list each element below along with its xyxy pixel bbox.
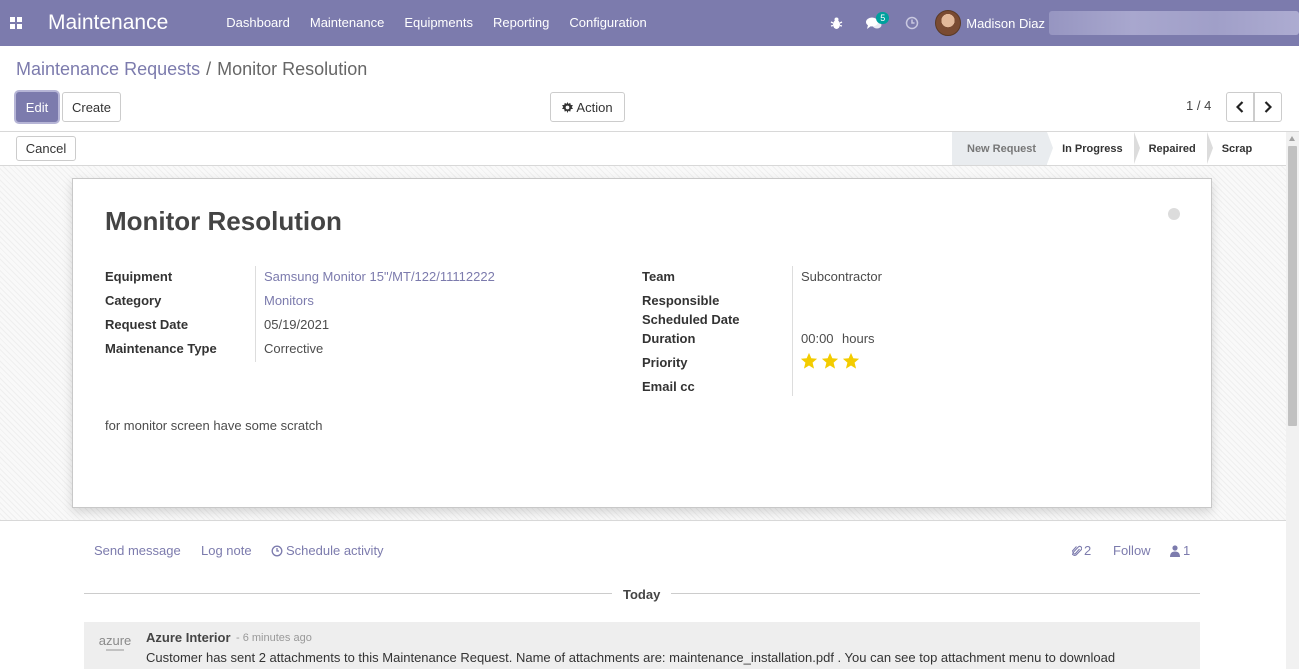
- create-button[interactable]: Create: [62, 92, 121, 122]
- pager-previous-button[interactable]: [1226, 92, 1254, 122]
- menu-reporting[interactable]: Reporting: [483, 0, 559, 46]
- follow-button[interactable]: Follow: [1113, 543, 1151, 558]
- action-label: Action: [576, 99, 613, 115]
- schedule-activity-link[interactable]: Schedule activity: [271, 543, 384, 558]
- menu-configuration[interactable]: Configuration: [559, 0, 656, 46]
- field-separator: [792, 266, 793, 396]
- category-value[interactable]: Monitors: [264, 293, 314, 308]
- gear-icon: [562, 101, 574, 113]
- chevron-left-icon: [1236, 101, 1244, 113]
- breadcrumb-parent[interactable]: Maintenance Requests: [16, 59, 200, 80]
- description-text: for monitor screen have some scratch: [105, 418, 323, 433]
- stage-label: New Request: [967, 142, 1037, 155]
- scrollbar-thumb[interactable]: [1288, 146, 1297, 426]
- messages-badge: 5: [876, 12, 890, 24]
- star-icon[interactable]: [800, 352, 818, 370]
- stage-statusbar: New Request In Progress Repaired Scrap: [952, 132, 1263, 165]
- attachments-button[interactable]: 2: [1072, 543, 1091, 558]
- request-date-value: 05/19/2021: [264, 317, 330, 332]
- user-menu[interactable]: Madison Diaz: [935, 10, 1049, 36]
- stage-scrap[interactable]: Scrap: [1207, 132, 1264, 165]
- message-body: Customer has sent 2 attachments to this …: [146, 650, 1116, 665]
- activity-clock-icon[interactable]: [893, 0, 931, 46]
- clock-icon: [271, 545, 283, 556]
- today-separator-right: [671, 593, 1200, 594]
- team-value: Subcontractor: [801, 269, 882, 284]
- scheduled-date-label: Scheduled Date: [642, 312, 740, 327]
- edit-button[interactable]: Edit: [16, 92, 58, 122]
- followers-count: 1: [1183, 543, 1191, 558]
- field-separator: [255, 266, 256, 362]
- kanban-state-icon[interactable]: [1168, 208, 1180, 220]
- stage-label: Scrap: [1221, 142, 1253, 155]
- top-navbar: Maintenance Dashboard Maintenance Equipm…: [0, 0, 1299, 46]
- maintenance-type-value: Corrective: [264, 341, 324, 356]
- avatar: [935, 10, 962, 36]
- equipment-label: Equipment: [105, 269, 173, 284]
- paperclip-icon: [1072, 545, 1082, 556]
- breadcrumb: Maintenance Requests / Monitor Resolutio…: [16, 59, 367, 80]
- stage-label: Repaired: [1148, 142, 1196, 155]
- priority-stars: [800, 352, 863, 370]
- request-title: Monitor Resolution: [105, 206, 342, 236]
- user-icon: [1170, 544, 1180, 557]
- duration-unit: hours: [842, 331, 875, 346]
- scroll-up-arrow-icon[interactable]: [1289, 136, 1295, 141]
- pager-value: 1 / 4: [1186, 98, 1212, 113]
- today-separator-left: [84, 593, 612, 594]
- breadcrumb-current: Monitor Resolution: [217, 59, 368, 79]
- bug-icon[interactable]: [817, 0, 855, 46]
- category-label: Category: [105, 293, 162, 308]
- messages-icon[interactable]: 5: [855, 0, 893, 46]
- menu-equipments[interactable]: Equipments: [394, 0, 483, 46]
- star-icon[interactable]: [821, 352, 839, 370]
- action-button[interactable]: Action: [550, 92, 625, 122]
- duration-label: Duration: [642, 331, 696, 346]
- breadcrumb-separator: /: [206, 59, 212, 79]
- stage-in-progress[interactable]: In Progress: [1047, 132, 1140, 165]
- main-menu: Dashboard Maintenance Equipments Reporti…: [216, 0, 656, 46]
- responsible-label: Responsible: [642, 293, 720, 308]
- stage-new-request[interactable]: New Request: [952, 132, 1054, 165]
- team-label: Team: [642, 269, 675, 284]
- blurred-database-name: [1049, 11, 1299, 35]
- menu-maintenance[interactable]: Maintenance: [300, 0, 394, 46]
- star-icon[interactable]: [842, 352, 860, 370]
- azure-logo-text: azure: [98, 633, 132, 648]
- schedule-activity-label: Schedule activity: [286, 543, 384, 558]
- chevron-right-icon: [1264, 101, 1272, 113]
- log-note-link[interactable]: Log note: [201, 543, 252, 558]
- equipment-value[interactable]: Samsung Monitor 15"/MT/122/11112222: [264, 269, 495, 284]
- followers-button[interactable]: 1: [1170, 543, 1190, 558]
- app-name[interactable]: Maintenance: [48, 11, 168, 35]
- send-message-link[interactable]: Send message: [94, 543, 181, 558]
- stage-repaired[interactable]: Repaired: [1134, 132, 1213, 165]
- user-name: Madison Diaz: [966, 15, 1045, 31]
- stage-label: In Progress: [1062, 142, 1123, 155]
- cancel-button[interactable]: Cancel: [16, 136, 76, 161]
- maintenance-type-label: Maintenance Type: [105, 341, 217, 356]
- today-label: Today: [623, 587, 661, 602]
- duration-value: 00:00: [801, 331, 834, 346]
- author-avatar[interactable]: azure: [98, 633, 132, 656]
- priority-label: Priority: [642, 355, 688, 370]
- apps-menu-icon[interactable]: [0, 0, 32, 46]
- menu-dashboard[interactable]: Dashboard: [216, 0, 300, 46]
- message-author[interactable]: Azure Interior: [146, 630, 231, 645]
- attachments-count: 2: [1084, 543, 1092, 558]
- systray: 5 Madison Diaz: [817, 0, 1299, 46]
- pager-next-button[interactable]: [1254, 92, 1282, 122]
- message-time: - 6 minutes ago: [236, 632, 312, 644]
- request-date-label: Request Date: [105, 317, 189, 332]
- chatter-divider: [0, 520, 1286, 521]
- email-cc-label: Email cc: [642, 379, 695, 394]
